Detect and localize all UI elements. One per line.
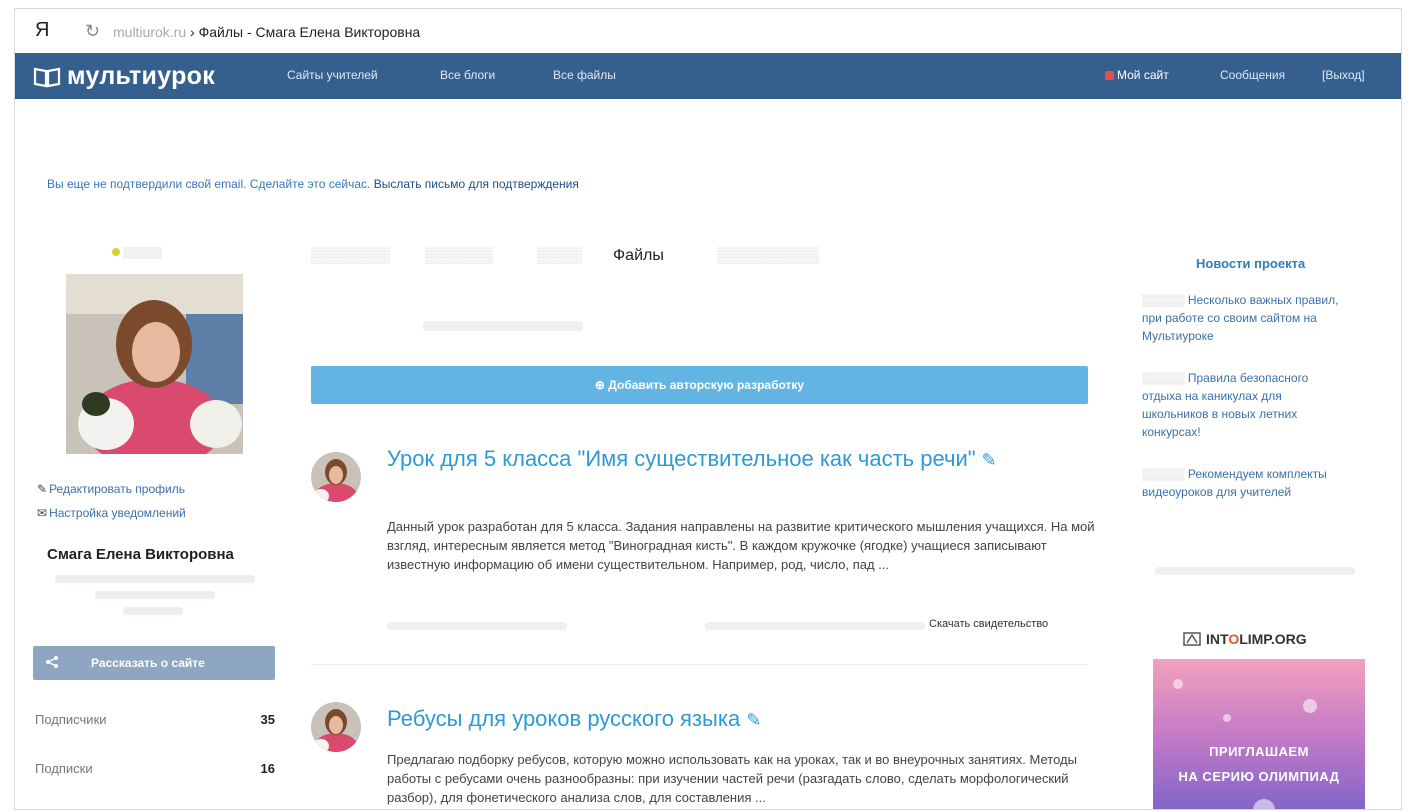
share-icon <box>45 655 59 672</box>
download-certificate-link[interactable]: Скачать свидетельство <box>929 618 1048 630</box>
tab-faded[interactable]: ▒▒▒▒▒▒▒ <box>311 247 390 265</box>
profile-photo <box>66 274 243 454</box>
status-dot-icon <box>112 248 120 256</box>
add-author-work-button[interactable]: ⊕ Добавить авторскую разработку <box>311 366 1088 404</box>
page-title: › Файлы - Смага Елена Викторовна <box>186 24 421 40</box>
banner-line-2: НА СЕРИЮ ОЛИМПИАД <box>1178 769 1340 784</box>
mail-icon: ✉ <box>37 506 48 520</box>
post-title-text: Ребусы для уроков русского языка <box>387 706 741 731</box>
post-author-avatar[interactable] <box>311 702 361 752</box>
decor-bubble <box>1253 799 1275 809</box>
decor-bubble <box>1173 679 1183 689</box>
news-item[interactable]: ▒▒▒▒▒ Правила безопасного отдыха на кани… <box>1142 369 1342 441</box>
post-divider <box>311 664 1088 665</box>
intolimp-brand: INTOLIMP.ORG <box>1206 631 1307 647</box>
brand-part: O <box>1228 631 1240 647</box>
edit-profile-link[interactable]: ✎ Редактировать профиль <box>37 482 185 496</box>
post-author-avatar[interactable] <box>311 452 361 502</box>
news-item[interactable]: ▒▒▒▒▒ Рекомендуем комплекты видеоуроков … <box>1142 465 1342 501</box>
nav-logout[interactable]: [Выход] <box>1322 68 1365 82</box>
post-description: Предлагаю подборку ребусов, которую можн… <box>387 752 1077 805</box>
brand-part: LIMP.ORG <box>1239 631 1307 647</box>
nav-teacher-sites[interactable]: Сайты учителей <box>287 68 378 82</box>
edit-post-icon[interactable]: ✎ <box>982 450 997 470</box>
news-date: ▒▒▒▒▒ <box>1142 293 1188 307</box>
nav-my-site[interactable]: Мой сайт <box>1105 68 1169 82</box>
brand-part: INT <box>1206 631 1229 647</box>
stat-subscribers[interactable]: Подписчики 35 <box>35 712 277 727</box>
news-item[interactable]: ▒▒▒▒▒ Несколько важных правил, при работ… <box>1142 291 1342 345</box>
decor-bubble <box>1223 714 1231 722</box>
profile-detail-faded <box>95 591 215 599</box>
post-meta-faded <box>387 622 567 630</box>
decor-bubble <box>1303 699 1317 713</box>
tab-faded[interactable]: ▒▒▒▒▒▒ <box>425 247 493 265</box>
nav-my-site-label: Мой сайт <box>1117 68 1169 82</box>
nav-all-files[interactable]: Все файлы <box>553 68 616 82</box>
profile-name: Смага Елена Викторовна <box>47 546 234 563</box>
edit-post-icon[interactable]: ✎ <box>746 710 761 730</box>
project-news-title: Новости проекта <box>1196 256 1306 271</box>
post-title-text: Урок для 5 класса "Имя существительное к… <box>387 446 976 471</box>
stat-value: 35 <box>260 712 275 727</box>
nav-all-blogs[interactable]: Все блоги <box>440 68 495 82</box>
olympiad-banner[interactable]: ПРИГЛАШАЕМ НА СЕРИЮ ОЛИМПИАД <box>1153 659 1365 809</box>
address-bar[interactable]: multiurok.ru › Файлы - Смага Елена Викто… <box>113 24 420 40</box>
notification-settings-link[interactable]: ✉ Настройка уведомлений <box>37 506 186 520</box>
site-logo[interactable]: мультиурок <box>33 62 215 91</box>
email-notice: Вы еще не подтвердили свой email. Сделай… <box>47 177 579 191</box>
reload-icon[interactable]: ↻ <box>85 21 100 42</box>
top-navigation: мультиурок Сайты учителей Все блоги Все … <box>15 53 1401 99</box>
notice-text: Вы еще не подтвердили свой email. Сделай… <box>47 177 371 191</box>
share-site-label: Рассказать о сайте <box>91 656 205 670</box>
stat-value: 16 <box>260 761 275 776</box>
news-date: ▒▒▒▒▒ <box>1142 467 1188 481</box>
post-meta-faded <box>705 622 925 630</box>
stat-label: Подписки <box>35 761 93 776</box>
profile-detail-faded <box>55 575 255 583</box>
share-site-button[interactable]: Рассказать о сайте <box>33 646 275 680</box>
logo-text: мультиурок <box>67 62 216 90</box>
address-host: multiurok.ru <box>113 24 187 40</box>
intolimp-logo[interactable]: INTOLIMP.ORG <box>1183 631 1307 647</box>
profile-detail-faded <box>123 607 183 615</box>
all-news-link-faded[interactable] <box>1155 567 1355 575</box>
send-confirmation-link[interactable]: Выслать письмо для подтверждения <box>374 177 579 191</box>
banner-line-1: ПРИГЛАШАЕМ <box>1209 744 1309 759</box>
post-description: Данный урок разработан для 5 класса. Зад… <box>387 519 1095 572</box>
browser-window: Я ↻ multiurok.ru › Файлы - Смага Елена В… <box>14 8 1402 810</box>
intolimp-emblem-icon <box>1183 632 1201 646</box>
user-icon <box>1105 71 1114 80</box>
tab-faded[interactable]: ▒▒▒▒▒▒▒▒▒ <box>717 247 819 265</box>
tab-files[interactable]: Файлы <box>613 247 664 265</box>
edit-icon: ✎ <box>37 482 48 496</box>
nav-messages[interactable]: Сообщения <box>1220 68 1285 82</box>
news-date: ▒▒▒▒▒ <box>1142 371 1188 385</box>
stat-subscriptions[interactable]: Подписки 16 <box>35 761 277 776</box>
edit-profile-label: Редактировать профиль <box>49 482 185 496</box>
notification-settings-label: Настройка уведомлений <box>49 506 186 520</box>
yandex-logo-icon[interactable]: Я <box>35 19 49 42</box>
browser-toolbar: Я ↻ multiurok.ru › Файлы - Смага Елена В… <box>15 9 1401 54</box>
add-author-work-label: Добавить авторскую разработку <box>608 378 805 392</box>
online-status: ▒▒▒▒▒ <box>112 247 162 259</box>
post-title[interactable]: Ребусы для уроков русского языка ✎ <box>387 706 1057 733</box>
book-logo-icon <box>33 67 61 87</box>
post-title[interactable]: Урок для 5 класса "Имя существительное к… <box>387 446 1057 473</box>
tab-faded[interactable]: ▒▒▒▒ <box>537 247 582 265</box>
subtab-faded <box>423 321 583 331</box>
stat-label: Подписчики <box>35 712 107 727</box>
